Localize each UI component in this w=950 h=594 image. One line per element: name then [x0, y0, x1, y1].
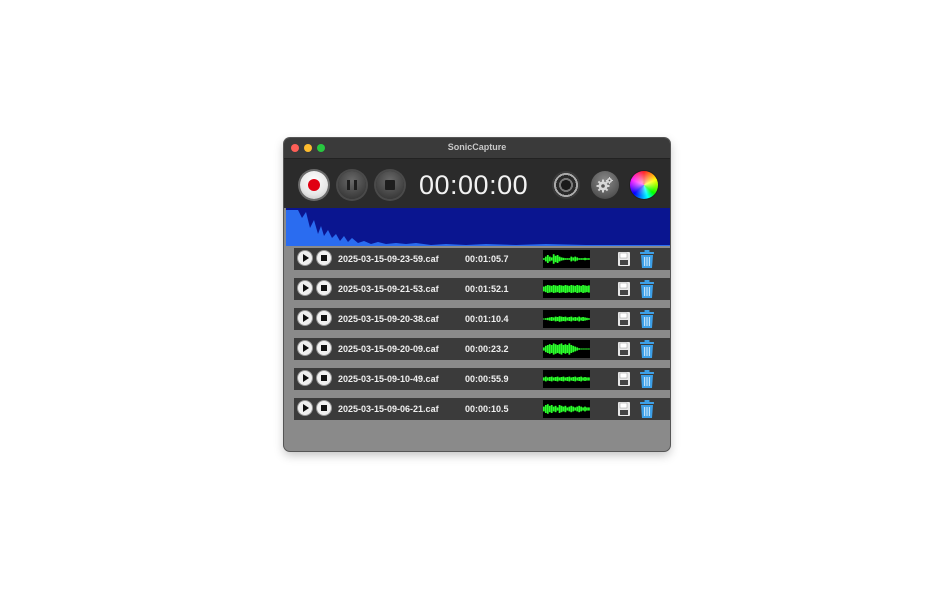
recording-duration: 00:01:10.4 — [465, 314, 509, 324]
record-icon — [308, 179, 320, 191]
play-recording-button[interactable] — [298, 251, 312, 265]
recording-row[interactable]: 2025-03-15-09-21-53.caf 00:01:52.1 — [294, 278, 670, 308]
recording-waveform — [543, 280, 590, 298]
recording-filename: 2025-03-15-09-21-53.caf — [338, 284, 439, 294]
stop-recording-button[interactable] — [317, 401, 331, 415]
recording-waveform — [543, 370, 590, 388]
play-recording-button[interactable] — [298, 311, 312, 325]
recording-row[interactable]: 2025-03-15-09-20-09.caf 00:00:23.2 — [294, 338, 670, 368]
save-button[interactable] — [618, 252, 630, 266]
floppy-disk-icon — [618, 402, 630, 416]
level-meter — [286, 208, 670, 246]
level-meter-waveform — [286, 210, 670, 246]
recording-row[interactable]: 2025-03-15-09-20-38.caf 00:01:10.4 — [294, 308, 670, 338]
recording-waveform — [543, 310, 590, 328]
color-picker-button[interactable] — [630, 171, 658, 199]
delete-button[interactable] — [639, 400, 655, 418]
floppy-disk-icon — [618, 372, 630, 386]
trash-icon — [640, 280, 654, 298]
play-recording-button[interactable] — [298, 281, 312, 295]
speaker-button[interactable] — [552, 171, 580, 199]
stop-recording-button[interactable] — [317, 281, 331, 295]
app-window: SonicCapture 00:00:00 2025-03-15-09-23-5… — [284, 138, 670, 451]
window-title: SonicCapture — [447, 142, 507, 152]
pause-button[interactable] — [338, 171, 366, 199]
save-button[interactable] — [618, 282, 630, 296]
row-separator — [294, 390, 670, 398]
recording-row[interactable]: 2025-03-15-09-23-59.caf 00:01:05.7 — [294, 248, 670, 278]
play-recording-button[interactable] — [298, 401, 312, 415]
row-separator — [294, 300, 670, 308]
record-button[interactable] — [300, 171, 328, 199]
toolbar: 00:00:00 — [284, 159, 670, 208]
recording-duration: 00:01:05.7 — [465, 254, 509, 264]
recording-duration: 00:00:23.2 — [465, 344, 509, 354]
recording-row[interactable]: 2025-03-15-09-10-49.caf 00:00:55.9 — [294, 368, 670, 398]
recording-waveform — [543, 250, 590, 268]
floppy-disk-icon — [618, 252, 630, 266]
play-recording-button[interactable] — [298, 341, 312, 355]
stop-recording-button[interactable] — [317, 311, 331, 325]
recording-waveform — [543, 340, 590, 358]
stop-button[interactable] — [376, 171, 404, 199]
recording-waveform — [543, 400, 590, 418]
save-button[interactable] — [618, 342, 630, 356]
save-button[interactable] — [618, 312, 630, 326]
recording-filename: 2025-03-15-09-20-09.caf — [338, 344, 439, 354]
recording-duration: 00:00:10.5 — [465, 404, 509, 414]
recording-filename: 2025-03-15-09-23-59.caf — [338, 254, 439, 264]
stop-recording-button[interactable] — [317, 371, 331, 385]
row-separator — [294, 360, 670, 368]
recording-row[interactable]: 2025-03-15-09-06-21.caf 00:00:10.5 — [294, 398, 670, 428]
trash-icon — [640, 310, 654, 328]
gear-icon — [596, 177, 613, 193]
recording-duration: 00:00:55.9 — [465, 374, 509, 384]
row-separator — [294, 270, 670, 278]
recording-duration: 00:01:52.1 — [465, 284, 509, 294]
recording-filename: 2025-03-15-09-06-21.caf — [338, 404, 439, 414]
floppy-disk-icon — [618, 342, 630, 356]
stop-recording-button[interactable] — [317, 251, 331, 265]
row-separator — [294, 420, 670, 428]
recording-filename: 2025-03-15-09-20-38.caf — [338, 314, 439, 324]
recording-filename: 2025-03-15-09-10-49.caf — [338, 374, 439, 384]
delete-button[interactable] — [639, 340, 655, 358]
trash-icon — [640, 400, 654, 418]
play-recording-button[interactable] — [298, 371, 312, 385]
title-bar: SonicCapture — [284, 138, 670, 159]
delete-button[interactable] — [639, 250, 655, 268]
stop-recording-button[interactable] — [317, 341, 331, 355]
delete-button[interactable] — [639, 310, 655, 328]
floppy-disk-icon — [618, 312, 630, 326]
save-button[interactable] — [618, 402, 630, 416]
elapsed-timer: 00:00:00 — [419, 170, 529, 200]
trash-icon — [640, 370, 654, 388]
row-separator — [294, 330, 670, 338]
save-button[interactable] — [618, 372, 630, 386]
stop-icon — [385, 180, 395, 190]
trash-icon — [640, 250, 654, 268]
delete-button[interactable] — [639, 370, 655, 388]
trash-icon — [640, 340, 654, 358]
floppy-disk-icon — [618, 282, 630, 296]
delete-button[interactable] — [639, 280, 655, 298]
settings-button[interactable] — [591, 171, 619, 199]
